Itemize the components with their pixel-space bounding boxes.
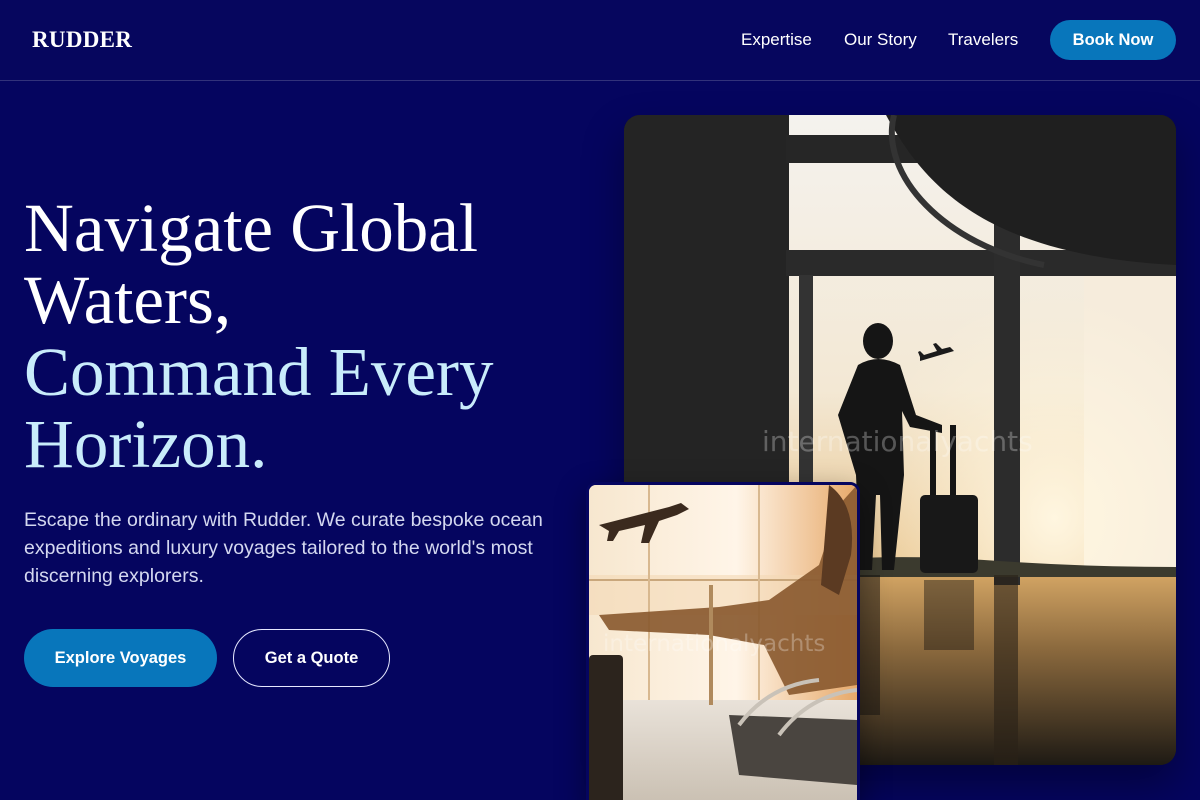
- nav-link-travelers[interactable]: Travelers: [948, 30, 1018, 50]
- nav-link-expertise[interactable]: Expertise: [741, 30, 812, 50]
- nav-link-our-story[interactable]: Our Story: [844, 30, 917, 50]
- brand-logo[interactable]: RUDDER: [32, 27, 132, 53]
- hero-headline: Navigate Global Waters, Command Every Ho…: [24, 192, 584, 480]
- headline-line-1: Navigate Global: [24, 190, 479, 266]
- image-watermark: internationalyachts: [762, 425, 1033, 458]
- headline-line-2: Waters,: [24, 262, 232, 338]
- image-watermark-secondary: internationalyachts: [603, 631, 826, 657]
- headline-line-4: Horizon.: [24, 406, 268, 482]
- hero-subtext: Escape the ordinary with Rudder. We cura…: [24, 509, 543, 587]
- hero-photo-lounge: internationalyachts: [586, 482, 860, 800]
- headline-line-3: Command Every: [24, 334, 494, 410]
- book-now-button[interactable]: Book Now: [1050, 20, 1176, 60]
- landing-page: RUDDER Expertise Our Story Travelers Boo…: [0, 0, 1200, 800]
- explore-voyages-button[interactable]: Explore Voyages: [24, 629, 217, 687]
- get-a-quote-button[interactable]: Get a Quote: [233, 629, 390, 687]
- site-header: RUDDER Expertise Our Story Travelers Boo…: [0, 0, 1200, 81]
